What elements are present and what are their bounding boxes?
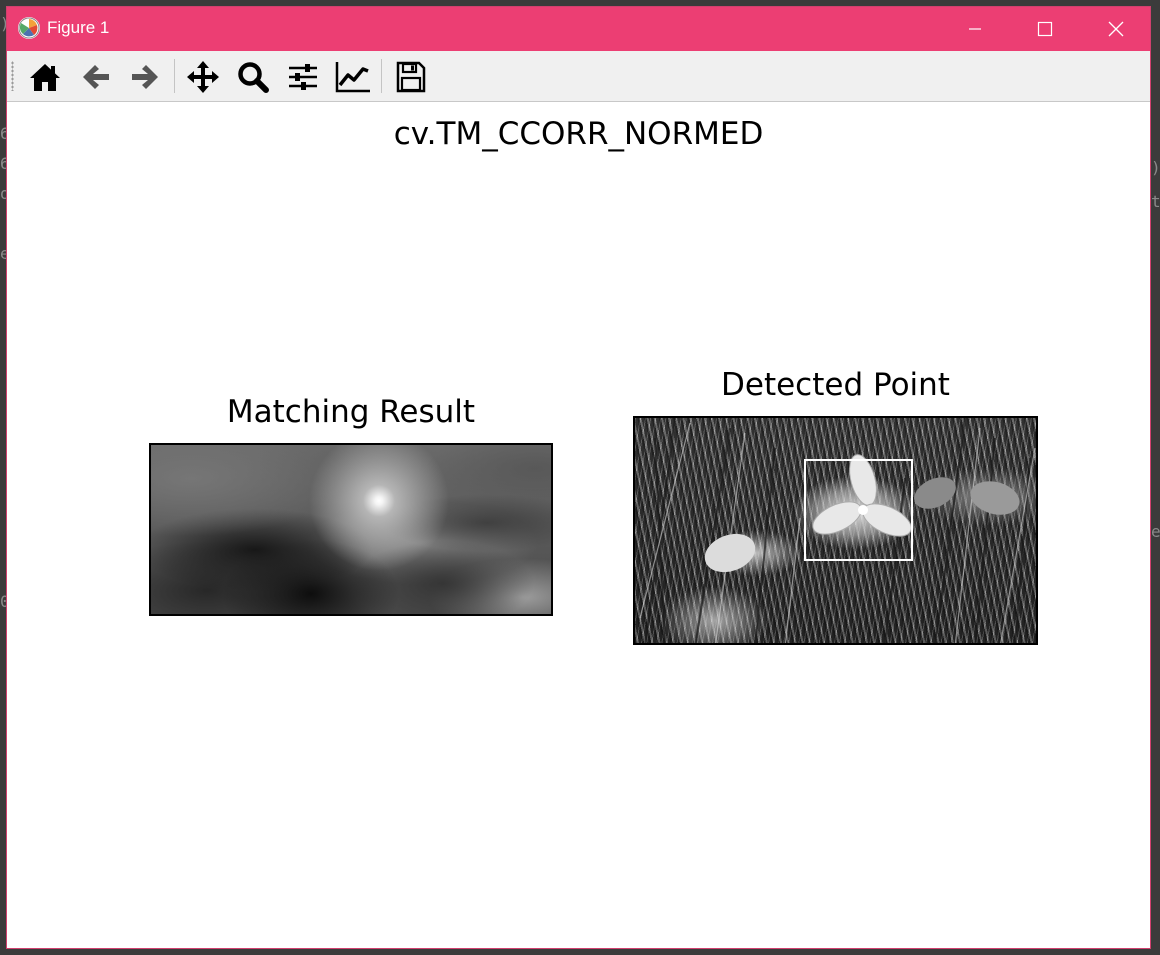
matplotlib-logo-icon (18, 17, 40, 39)
close-icon (1108, 21, 1124, 37)
zoom-button[interactable] (233, 59, 273, 95)
background-text: e (1151, 522, 1160, 541)
toolbar-separator (174, 59, 175, 93)
navigation-toolbar (7, 51, 1150, 102)
minimize-icon (969, 28, 981, 30)
detected-point-title: Detected Point (721, 367, 950, 403)
matching-result-title: Matching Result (226, 394, 476, 430)
close-button[interactable] (1086, 7, 1146, 51)
home-button[interactable] (25, 59, 65, 95)
detected-point-rectangle (804, 459, 913, 561)
back-button[interactable] (76, 59, 116, 95)
detected-point-image[interactable] (633, 416, 1038, 645)
forward-button[interactable] (125, 59, 165, 95)
maximize-icon (1037, 21, 1053, 37)
figure-suptitle: cv.TM_CCORR_NORMED (393, 116, 764, 152)
maximize-button[interactable] (1015, 7, 1075, 51)
edit-axes-curve-icon (335, 62, 370, 93)
background-text: ) (1151, 158, 1160, 177)
configure-subplots-button[interactable] (283, 59, 323, 95)
pan-button[interactable] (183, 59, 223, 95)
toolbar-separator (381, 59, 382, 93)
figure-canvas[interactable]: cv.TM_CCORR_NORMED Matching Result Detec… (7, 102, 1150, 948)
configure-subplots-icon (289, 64, 317, 90)
matching-result-heatmap[interactable] (149, 443, 553, 616)
zoom-magnifier-icon (238, 62, 269, 93)
edit-axes-button[interactable] (333, 59, 373, 95)
background-text: t (1151, 192, 1160, 211)
home-icon (30, 64, 60, 91)
save-button[interactable] (391, 59, 431, 95)
pan-move-icon (187, 61, 219, 93)
window-title: Figure 1 (47, 18, 110, 37)
toolbar-grip[interactable] (11, 61, 14, 91)
back-arrow-icon (83, 65, 109, 89)
figure-window: Figure 1 cv.TM_CCORR_NORMED Matching Res… (6, 6, 1151, 949)
forward-arrow-icon (132, 65, 158, 89)
minimize-button[interactable] (945, 7, 1005, 51)
save-floppy-icon (396, 61, 426, 93)
title-bar[interactable]: Figure 1 (7, 7, 1150, 51)
